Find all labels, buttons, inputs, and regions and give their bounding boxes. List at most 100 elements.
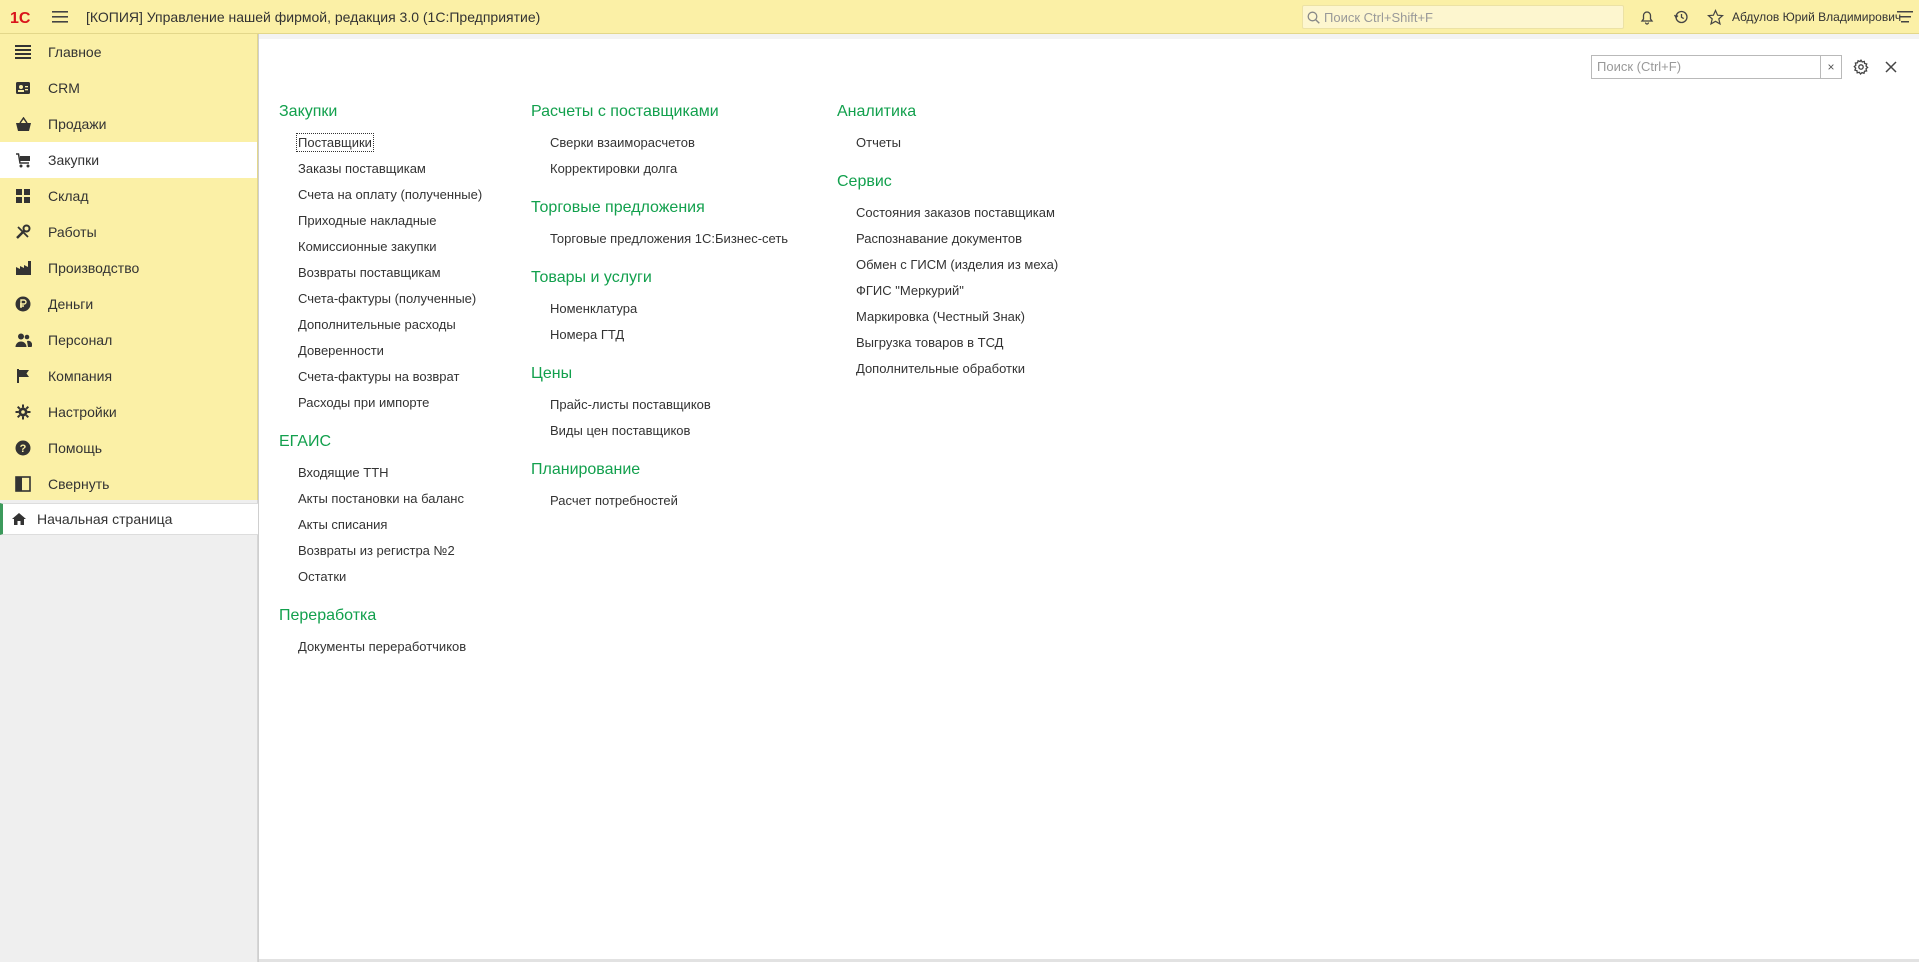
settings-menu-icon[interactable] bbox=[1890, 0, 1919, 34]
home-icon bbox=[11, 511, 27, 527]
sidebar-item-crm[interactable]: CRM bbox=[0, 70, 257, 106]
factory-icon bbox=[14, 259, 32, 277]
link-marking[interactable]: Маркировка (Честный Знак) bbox=[856, 304, 1058, 330]
bell-icon[interactable] bbox=[1630, 0, 1664, 34]
svg-text:?: ? bbox=[20, 443, 27, 455]
link-nomenclature[interactable]: Номенклатура bbox=[550, 296, 788, 322]
link-write-off-acts[interactable]: Акты списания bbox=[298, 512, 482, 538]
collapse-icon bbox=[14, 475, 32, 493]
sidebar-item-purchases[interactable]: Закупки bbox=[0, 142, 257, 178]
contacts-icon bbox=[14, 79, 32, 97]
home-page-tab[interactable]: Начальная страница bbox=[0, 503, 258, 535]
link-powers-of-attorney[interactable]: Доверенности bbox=[298, 338, 482, 364]
sidebar-item-label: Настройки bbox=[48, 404, 117, 420]
group-title-egais: ЕГАИС bbox=[279, 433, 331, 450]
sidebar-item-label: Закупки bbox=[48, 152, 100, 168]
global-search-placeholder: Поиск Ctrl+Shift+F bbox=[1324, 9, 1433, 25]
link-balance-acts[interactable]: Акты постановки на баланс bbox=[298, 486, 482, 512]
gear-icon bbox=[14, 403, 32, 421]
svg-text:1С: 1С bbox=[10, 10, 31, 26]
link-debt-adjustments[interactable]: Корректировки долга bbox=[550, 156, 788, 182]
main-menu-icon[interactable] bbox=[44, 0, 76, 34]
sidebar-item-label: Работы bbox=[48, 224, 97, 240]
group-title-goods-services: Товары и услуги bbox=[531, 269, 652, 286]
sidebar-item-label: Персонал bbox=[48, 332, 113, 348]
sidebar-item-label: Склад bbox=[48, 188, 89, 204]
link-reports[interactable]: Отчеты bbox=[856, 130, 1058, 156]
sidebar-item-sales[interactable]: Продажи bbox=[0, 106, 257, 142]
link-order-states[interactable]: Состояния заказов поставщикам bbox=[856, 200, 1058, 226]
commands-column-1: Закупки Поставщики Заказы поставщикам Сч… bbox=[279, 96, 482, 670]
sidebar-item-label: CRM bbox=[48, 80, 80, 96]
app-title: [КОПИЯ] Управление нашей фирмой, редакци… bbox=[86, 8, 541, 25]
open-windows-panel bbox=[0, 500, 258, 962]
group-title-service: Сервис bbox=[837, 173, 892, 190]
sidebar-item-label: Продажи bbox=[48, 116, 107, 132]
group-title-prices: Цены bbox=[531, 365, 573, 382]
basket-icon bbox=[14, 115, 32, 133]
link-additional-expenses[interactable]: Дополнительные расходы bbox=[298, 312, 482, 338]
link-supplier-price-lists[interactable]: Прайс-листы поставщиков bbox=[550, 392, 788, 418]
title-bar: 1С [КОПИЯ] Управление нашей фирмой, реда… bbox=[0, 0, 1919, 34]
sidebar-item-label: Помощь bbox=[48, 440, 103, 456]
sidebar-item-main[interactable]: Главное bbox=[0, 34, 257, 70]
link-incoming-ttn[interactable]: Входящие ТТН bbox=[298, 460, 482, 486]
app-logo[interactable]: 1С bbox=[4, 0, 44, 34]
link-reconciliations[interactable]: Сверки взаиморасчетов bbox=[550, 130, 788, 156]
link-additional-processing[interactable]: Дополнительные обработки bbox=[856, 356, 1058, 382]
people-icon bbox=[14, 331, 32, 349]
list-icon bbox=[14, 43, 32, 61]
sidebar-item-collapse[interactable]: Свернуть bbox=[0, 466, 257, 502]
sidebar-item-label: Деньги bbox=[48, 296, 94, 312]
global-search-input[interactable]: Поиск Ctrl+Shift+F bbox=[1302, 5, 1624, 29]
link-fgis-mercury[interactable]: ФГИС "Меркурий" bbox=[856, 278, 1058, 304]
link-vat-invoices-received[interactable]: Счета-фактуры (полученные) bbox=[298, 286, 482, 312]
section-content: Поиск (Ctrl+F) × Закупки Поставщики Зака… bbox=[258, 34, 1919, 962]
help-icon: ? bbox=[14, 439, 32, 457]
sidebar-item-help[interactable]: ? Помощь bbox=[0, 430, 257, 466]
link-suppliers[interactable]: Поставщики bbox=[296, 130, 482, 156]
history-icon[interactable] bbox=[1664, 0, 1698, 34]
sidebar-item-personnel[interactable]: Персонал bbox=[0, 322, 257, 358]
sidebar-item-money[interactable]: Деньги bbox=[0, 286, 257, 322]
link-supplier-price-types[interactable]: Виды цен поставщиков bbox=[550, 418, 788, 444]
link-return-vat-invoices[interactable]: Счета-фактуры на возврат bbox=[298, 364, 482, 390]
link-import-expenses[interactable]: Расходы при импорте bbox=[298, 390, 482, 416]
commands-column-2: Расчеты с поставщиками Сверки взаиморасч… bbox=[531, 96, 788, 524]
grid-icon bbox=[14, 187, 32, 205]
search-icon bbox=[1307, 11, 1320, 24]
sidebar-item-production[interactable]: Производство bbox=[0, 250, 257, 286]
link-register2-returns[interactable]: Возвраты из регистра №2 bbox=[298, 538, 482, 564]
link-supplier-orders[interactable]: Заказы поставщикам bbox=[298, 156, 482, 182]
sidebar-item-company[interactable]: Компания bbox=[0, 358, 257, 394]
search-input[interactable]: Поиск (Ctrl+F) bbox=[1591, 55, 1821, 79]
link-commission-purchases[interactable]: Комиссионные закупки bbox=[298, 234, 482, 260]
link-document-recognition[interactable]: Распознавание документов bbox=[856, 226, 1058, 252]
sidebar-item-works[interactable]: Работы bbox=[0, 214, 257, 250]
link-business-network-offers[interactable]: Торговые предложения 1С:Бизнес-сеть bbox=[550, 226, 788, 252]
settings-icon[interactable] bbox=[1849, 55, 1873, 79]
sidebar-item-settings[interactable]: Настройки bbox=[0, 394, 257, 430]
sidebar-item-warehouse[interactable]: Склад bbox=[0, 178, 257, 214]
link-tsd-upload[interactable]: Выгрузка товаров в ТСД bbox=[856, 330, 1058, 356]
group-title-processing: Переработка bbox=[279, 607, 377, 624]
link-supplier-returns[interactable]: Возвраты поставщикам bbox=[298, 260, 482, 286]
link-processor-documents[interactable]: Документы переработчиков bbox=[298, 634, 482, 660]
link-gism-exchange[interactable]: Обмен с ГИСМ (изделия из меха) bbox=[856, 252, 1058, 278]
sidebar-item-label: Компания bbox=[48, 368, 113, 384]
group-title-analytics: Аналитика bbox=[837, 103, 917, 120]
link-customs-numbers[interactable]: Номера ГТД bbox=[550, 322, 788, 348]
clear-search-button[interactable]: × bbox=[1821, 55, 1842, 79]
close-icon[interactable] bbox=[1879, 55, 1903, 79]
favorites-star-icon[interactable] bbox=[1698, 0, 1732, 34]
search-placeholder: Поиск (Ctrl+F) bbox=[1597, 59, 1682, 74]
link-receipt-notes[interactable]: Приходные накладные bbox=[298, 208, 482, 234]
group-title-planning: Планирование bbox=[531, 461, 641, 478]
link-stock-balances[interactable]: Остатки bbox=[298, 564, 482, 590]
link-invoices-received[interactable]: Счета на оплату (полученные) bbox=[298, 182, 482, 208]
user-name[interactable]: Абдулов Юрий Владимирович bbox=[1732, 0, 1901, 34]
ruble-icon bbox=[14, 295, 32, 313]
sidebar-item-label: Свернуть bbox=[48, 476, 110, 492]
link-requirements-calculation[interactable]: Расчет потребностей bbox=[550, 488, 788, 514]
sections-panel: Главное CRM Продажи Закупки Склад Работы… bbox=[0, 34, 258, 500]
